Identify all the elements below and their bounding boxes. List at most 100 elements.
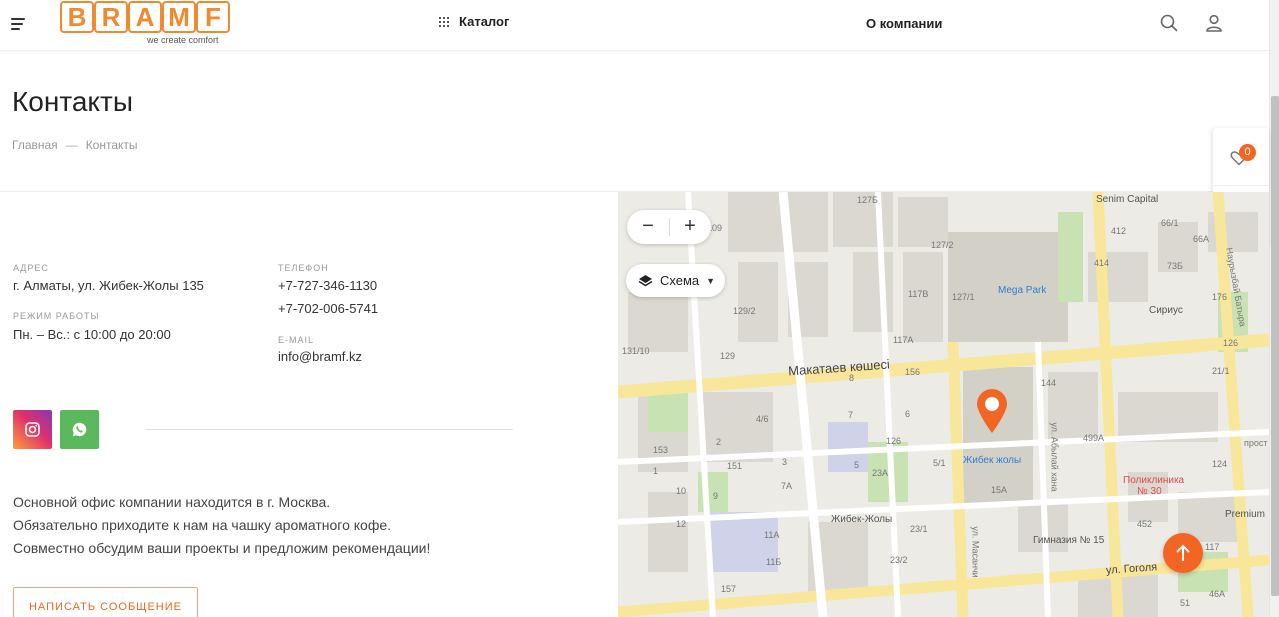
logo-letter: F <box>196 1 230 33</box>
nav-about[interactable]: О компании <box>866 15 942 33</box>
map-house-number: 126 <box>1223 338 1239 348</box>
map-house-number: 129 <box>720 351 736 361</box>
map-house-number: 414 <box>1094 258 1110 268</box>
map-poi-label[interactable]: Senim Capital <box>1096 194 1158 205</box>
map-house-number: 51 <box>1180 598 1191 608</box>
burger-menu-icon[interactable] <box>11 16 27 30</box>
map-house-number: 153 <box>653 445 669 455</box>
site-header: B R A M F we create comfort Каталог О ко… <box>0 0 1269 51</box>
chevron-down-icon: ▼ <box>706 275 716 286</box>
logo-letter: B <box>60 1 94 33</box>
map-poi-label[interactable]: Premium <box>1225 509 1265 520</box>
zoom-in-button[interactable]: + <box>669 210 711 244</box>
map-house-number: 66/1 <box>1161 218 1179 228</box>
map-house-number: 127/2 <box>931 240 954 250</box>
map-poi-label[interactable]: Поликлиника <box>1123 475 1184 486</box>
scrollbar-thumb[interactable] <box>1271 96 1279 596</box>
map[interactable]: Макатаев көшесі ул. Гоголя ул. Масанчи у… <box>618 192 1269 617</box>
logo-tagline: we create comfort <box>147 35 219 45</box>
hours-label: Режим работы <box>13 311 100 321</box>
breadcrumb-home[interactable]: Главная <box>12 138 58 152</box>
map-poi-label[interactable]: Гимназия № 15 <box>1033 535 1104 546</box>
map-house-number: 131/10 <box>622 346 650 356</box>
breadcrumb-current: Контакты <box>85 138 138 152</box>
nav-about-label: О компании <box>866 16 943 31</box>
map-house-number: 117 <box>1205 542 1220 552</box>
map-house-number: 124 <box>1212 459 1228 469</box>
email-label: E-mail <box>278 335 315 345</box>
map-house-number: 73Б <box>1167 261 1183 271</box>
map-house-number: 129/2 <box>733 306 756 316</box>
map-house-number: 11Б <box>766 557 782 567</box>
nav-catalog[interactable]: Каталог <box>439 14 509 29</box>
map-poi-label[interactable]: № 30 <box>1137 486 1162 497</box>
logo[interactable]: B R A M F we create comfort <box>60 0 232 46</box>
map-house-number: 7А <box>781 481 793 491</box>
map-street-label: ул. Абылай хана <box>1049 422 1060 492</box>
map-house-number: 4/6 <box>756 414 769 424</box>
hours-value: Пн. – Вс.: с 10:00 до 20:00 <box>13 327 171 342</box>
map-house-number: 452 <box>1137 519 1153 529</box>
phone-link-1[interactable]: +7-727-346-1130 <box>278 278 377 293</box>
map-house-number: 46А <box>1209 589 1226 599</box>
map-house-number: 499А <box>1083 433 1105 443</box>
map-house-number: 127/1 <box>952 292 975 302</box>
map-house-number: 151 <box>727 461 743 471</box>
divider <box>145 429 513 430</box>
map-house-number: 117А <box>893 335 914 345</box>
map-house-number: 6 <box>905 409 911 419</box>
map-poi-label[interactable]: Жибек-Жолы <box>831 514 892 525</box>
map-house-number: 176 <box>1212 292 1228 302</box>
favorites-button[interactable]: 0 <box>1213 128 1269 186</box>
map-location-pin-icon[interactable] <box>974 388 1010 439</box>
layers-icon <box>638 275 653 287</box>
map-house-number: 144 <box>1041 378 1057 388</box>
map-house-number: 7 <box>848 410 854 420</box>
map-poi-label[interactable]: Жибек жолы <box>963 455 1021 466</box>
zoom-out-button[interactable]: − <box>627 210 669 244</box>
instagram-icon <box>25 422 40 437</box>
map-house-number: 412 <box>1111 226 1127 236</box>
nav-catalog-label: Каталог <box>459 14 510 29</box>
email-link[interactable]: info@bramf.kz <box>278 349 362 364</box>
logo-letter: A <box>128 1 162 33</box>
map-street-label: ул. Масанчи <box>970 526 981 578</box>
map-house-number: 9 <box>713 491 719 501</box>
breadcrumb: Главная — Контакты <box>12 138 138 152</box>
map-poi-label[interactable]: Mega Park <box>998 285 1046 296</box>
map-house-number: 10 <box>676 486 687 496</box>
map-house-number: 2 <box>716 437 722 447</box>
map-layer-button[interactable]: Схема ▼ <box>626 264 726 297</box>
page-scrollbar[interactable] <box>1269 0 1279 617</box>
scroll-to-top-button[interactable] <box>1163 533 1203 573</box>
logo-letter: M <box>162 1 196 33</box>
map-house-number: 23А <box>872 468 889 478</box>
map-house-number: 12 <box>676 519 687 529</box>
map-layer-label: Схема <box>660 273 700 288</box>
map-house-number: 23/1 <box>910 524 928 534</box>
map-poi-label[interactable]: Сириус <box>1149 305 1183 316</box>
address-label: Адрес <box>13 263 49 273</box>
map-house-number: 156 <box>905 367 921 377</box>
instagram-button[interactable] <box>13 410 52 449</box>
arrow-up-icon <box>1176 544 1190 561</box>
map-house-number: 1 <box>653 466 659 476</box>
map-house-number: 11А <box>764 530 780 540</box>
breadcrumb-separator: — <box>65 138 78 152</box>
logo-letter: R <box>94 1 128 33</box>
user-icon[interactable] <box>1204 13 1224 33</box>
whatsapp-button[interactable] <box>60 410 99 449</box>
phone-link-2[interactable]: +7-702-006-5741 <box>278 301 378 316</box>
write-message-button[interactable]: НАПИСАТЬ СООБЩЕНИЕ <box>13 587 198 617</box>
map-label: прост <box>1244 438 1268 448</box>
map-house-number: 127Б <box>857 195 878 205</box>
map-house-number: 3 <box>782 457 788 467</box>
map-house-number: 117В <box>908 289 929 299</box>
map-house-number: 8 <box>849 373 855 383</box>
page-title: Контакты <box>12 86 133 117</box>
search-icon[interactable] <box>1159 13 1179 33</box>
description-line: Обязательно приходите к нам на чашку аро… <box>13 517 392 533</box>
map-house-number: 66А <box>1193 234 1210 244</box>
map-house-number: 21/1 <box>1212 366 1230 376</box>
map-house-number: 126 <box>886 436 902 446</box>
